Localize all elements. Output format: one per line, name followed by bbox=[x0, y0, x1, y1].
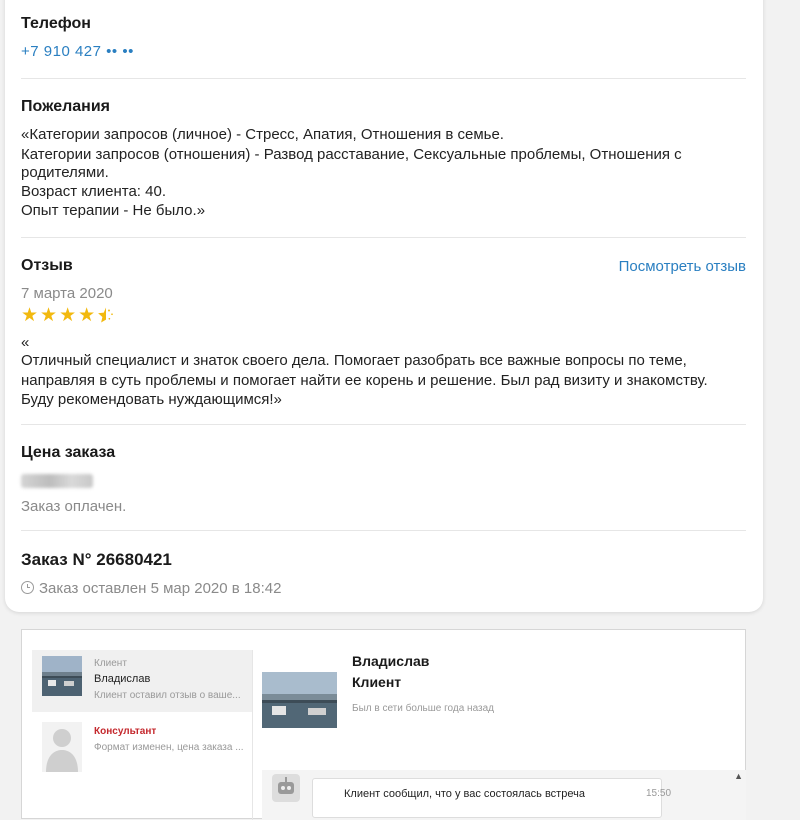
chat-item-role: Консультант bbox=[94, 726, 157, 737]
star-icon: ★ bbox=[59, 305, 77, 326]
order-details-card: Телефон +7 910 427 •• •• Пожелания «Кате… bbox=[5, 0, 763, 612]
scroll-up-arrow-icon[interactable]: ▲ bbox=[734, 771, 743, 781]
consultant-avatar bbox=[42, 722, 82, 772]
order-created-text: Заказ оставлен 5 мар 2020 в 18:42 bbox=[39, 580, 282, 597]
price-section: Цена заказа Заказ оплачен. bbox=[21, 444, 746, 515]
profile-role: Клиент bbox=[352, 674, 402, 690]
chat-item-name: Владислав bbox=[94, 673, 151, 685]
phone-link[interactable]: +7 910 427 •• •• bbox=[21, 43, 746, 60]
price-value-blurred bbox=[21, 474, 93, 488]
chat-item-preview: Клиент оставил отзыв о ваше... bbox=[94, 690, 241, 701]
review-open-quote: « bbox=[21, 334, 30, 351]
order-number-heading: Заказ N° 26680421 bbox=[21, 550, 172, 569]
review-line: направляя в суть проблемы и помогает най… bbox=[21, 371, 708, 389]
wishes-line: родителями. bbox=[21, 163, 109, 181]
review-line: Отличный специалист и знаток своего дела… bbox=[21, 352, 687, 369]
bot-avatar-icon bbox=[272, 774, 300, 802]
wishes-text: «Категории запросов (личное) - Стресс, А… bbox=[21, 125, 746, 221]
message-text: Клиент сообщил, что у вас состоялась вст… bbox=[344, 788, 585, 800]
phone-heading: Телефон bbox=[21, 15, 91, 32]
profile-status: Был в сети больше года назад bbox=[352, 703, 495, 714]
phone-section: Телефон +7 910 427 •• •• bbox=[21, 15, 746, 60]
divider bbox=[21, 424, 746, 425]
order-created: Заказ оставлен 5 мар 2020 в 18:42 bbox=[21, 580, 746, 597]
wishes-heading: Пожелания bbox=[21, 98, 110, 115]
wishes-line: Возраст клиента: 40. bbox=[21, 182, 166, 200]
star-icon: ★ bbox=[40, 305, 58, 326]
chat-item-preview: Формат изменен, цена заказа ... bbox=[94, 742, 244, 753]
star-icon: ★ bbox=[78, 305, 96, 326]
message-time: 15:50 bbox=[646, 788, 672, 799]
divider bbox=[21, 78, 746, 79]
profile-photo bbox=[262, 672, 337, 728]
divider bbox=[21, 530, 746, 531]
wishes-line: Категории запросов (отношения) - Развод … bbox=[21, 145, 682, 163]
wishes-line: «Категории запросов (личное) - Стресс, А… bbox=[21, 126, 504, 143]
chat-item-role: Клиент bbox=[94, 658, 127, 669]
message-area: Клиент сообщил, что у вас состоялась вст… bbox=[262, 770, 746, 820]
rating-stars: ★ ★ ★ ★ bbox=[21, 306, 746, 325]
review-line: Буду рекомендовать нуждающимся!» bbox=[21, 391, 282, 408]
star-icon: ★ bbox=[21, 305, 39, 326]
half-star-icon bbox=[97, 306, 115, 325]
chat-item-client[interactable]: Клиент Владислав Клиент оставил отзыв о … bbox=[32, 650, 252, 712]
chat-divider bbox=[252, 650, 253, 820]
client-avatar bbox=[42, 656, 82, 696]
review-text: « Отличный специалист и знаток своего де… bbox=[21, 335, 746, 410]
divider bbox=[21, 237, 746, 238]
review-date: 7 марта 2020 bbox=[21, 285, 113, 302]
chat-item-consultant[interactable]: Консультант Формат изменен, цена заказа … bbox=[32, 712, 252, 774]
clock-icon bbox=[21, 581, 34, 594]
chat-list: Клиент Владислав Клиент оставил отзыв о … bbox=[32, 650, 252, 820]
chat-widget: Клиент Владислав Клиент оставил отзыв о … bbox=[21, 629, 746, 820]
view-review-link[interactable]: Посмотреть отзыв bbox=[619, 258, 746, 275]
wishes-line: Опыт терапии - Не было.» bbox=[21, 202, 206, 219]
payment-status: Заказ оплачен. bbox=[21, 498, 127, 515]
price-heading: Цена заказа bbox=[21, 444, 116, 461]
wishes-section: Пожелания «Категории запросов (личное) -… bbox=[21, 98, 746, 221]
order-section: Заказ N° 26680421 Заказ оставлен 5 мар 2… bbox=[21, 550, 746, 597]
profile-name: Владислав bbox=[352, 653, 430, 669]
review-section: Отзыв Посмотреть отзыв 7 марта 2020 ★ ★ … bbox=[21, 257, 746, 410]
